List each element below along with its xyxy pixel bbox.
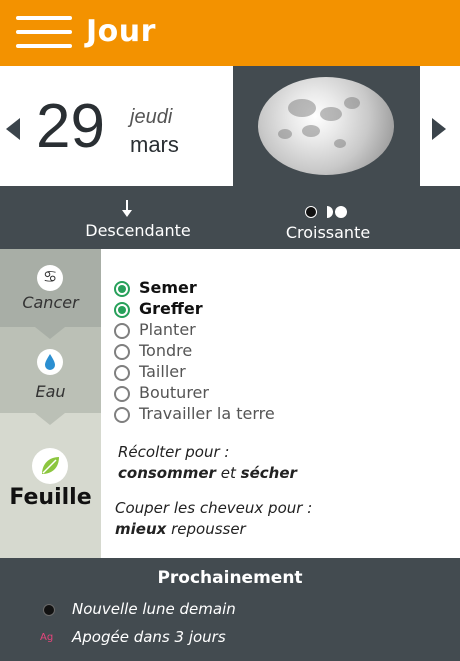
- phase-band: Descendante Croissante: [0, 186, 460, 249]
- haircut-intro: Couper les cheveux pour :: [115, 499, 313, 517]
- harvest-intro: Récolter pour :: [118, 443, 230, 461]
- radio-unchecked-icon[interactable]: [114, 323, 130, 339]
- activity-label: Bouturer: [139, 383, 209, 402]
- sidebar: ♋ Cancer Eau Feuille: [0, 249, 101, 558]
- day-number: 29: [36, 92, 105, 161]
- moon-panel: [233, 66, 420, 186]
- hamburger-menu-icon[interactable]: [16, 16, 72, 48]
- new-moon-dot-icon: [43, 604, 55, 616]
- radio-checked-icon[interactable]: [114, 281, 130, 297]
- water-drop-icon: [37, 349, 63, 375]
- moon-phase-label: Croissante: [285, 223, 371, 242]
- harvest-word-1: consommer: [118, 464, 216, 482]
- upcoming-event-new-moon: Nouvelle lune demain: [72, 600, 236, 618]
- activity-item-planter[interactable]: Planter: [114, 320, 414, 341]
- harvest-word-2: sécher: [240, 464, 297, 482]
- cancer-zodiac-icon: ♋: [37, 265, 63, 291]
- leaf-icon: [32, 448, 68, 484]
- moon-direction-label: Descendante: [85, 221, 191, 240]
- activity-label: Travailler la terre: [139, 404, 275, 423]
- activity-item-semer[interactable]: Semer: [114, 278, 414, 299]
- triangle-left-icon[interactable]: [6, 118, 20, 140]
- down-arrow-icon: [121, 200, 133, 221]
- activity-label: Tailler: [139, 362, 186, 381]
- activity-label: Planter: [139, 320, 196, 339]
- activity-label: Greffer: [139, 299, 203, 318]
- zodiac-sign-label: Cancer: [22, 293, 79, 312]
- app-header: Jour: [0, 0, 460, 66]
- harvest-connector: et: [220, 464, 236, 482]
- month: mars: [130, 132, 179, 157]
- activity-item-travailler-la-terre[interactable]: Travailler la terre: [114, 404, 414, 425]
- activity-item-greffer[interactable]: Greffer: [114, 299, 414, 320]
- zodiac-sign-tile: ♋ Cancer: [0, 249, 101, 327]
- haircut-word: mieux: [115, 520, 167, 538]
- activity-item-bouturer[interactable]: Bouturer: [114, 383, 414, 404]
- radio-unchecked-icon[interactable]: [114, 344, 130, 360]
- haircut-advice: mieux repousser: [115, 520, 246, 538]
- radio-unchecked-icon[interactable]: [114, 407, 130, 423]
- page-title: Jour: [86, 14, 156, 49]
- apogee-icon: Ag: [40, 632, 54, 643]
- full-moon-image: [258, 77, 394, 175]
- element-tile: Eau: [0, 327, 101, 413]
- activity-item-tailler[interactable]: Tailler: [114, 362, 414, 383]
- radio-checked-icon[interactable]: [114, 302, 130, 318]
- activity-label: Semer: [139, 278, 197, 297]
- haircut-rest: repousser: [171, 520, 246, 538]
- activity-label: Tondre: [139, 341, 193, 360]
- moon-phase-dots-icon: [305, 206, 355, 218]
- upcoming-panel: Prochainement Nouvelle lune demain Ag Ap…: [0, 558, 460, 661]
- upcoming-title: Prochainement: [157, 568, 303, 588]
- weekday: jeudi: [130, 106, 173, 128]
- element-label: Eau: [35, 382, 66, 401]
- radio-unchecked-icon[interactable]: [114, 365, 130, 381]
- harvest-advice: consommer et sécher: [118, 464, 297, 482]
- upcoming-event-apogee: Apogée dans 3 jours: [72, 628, 226, 646]
- triangle-right-icon[interactable]: [432, 118, 446, 140]
- date-band: 29 jeudi mars: [0, 66, 460, 186]
- radio-unchecked-icon[interactable]: [114, 386, 130, 402]
- activity-item-tondre[interactable]: Tondre: [114, 341, 414, 362]
- organ-label: Feuille: [9, 485, 92, 510]
